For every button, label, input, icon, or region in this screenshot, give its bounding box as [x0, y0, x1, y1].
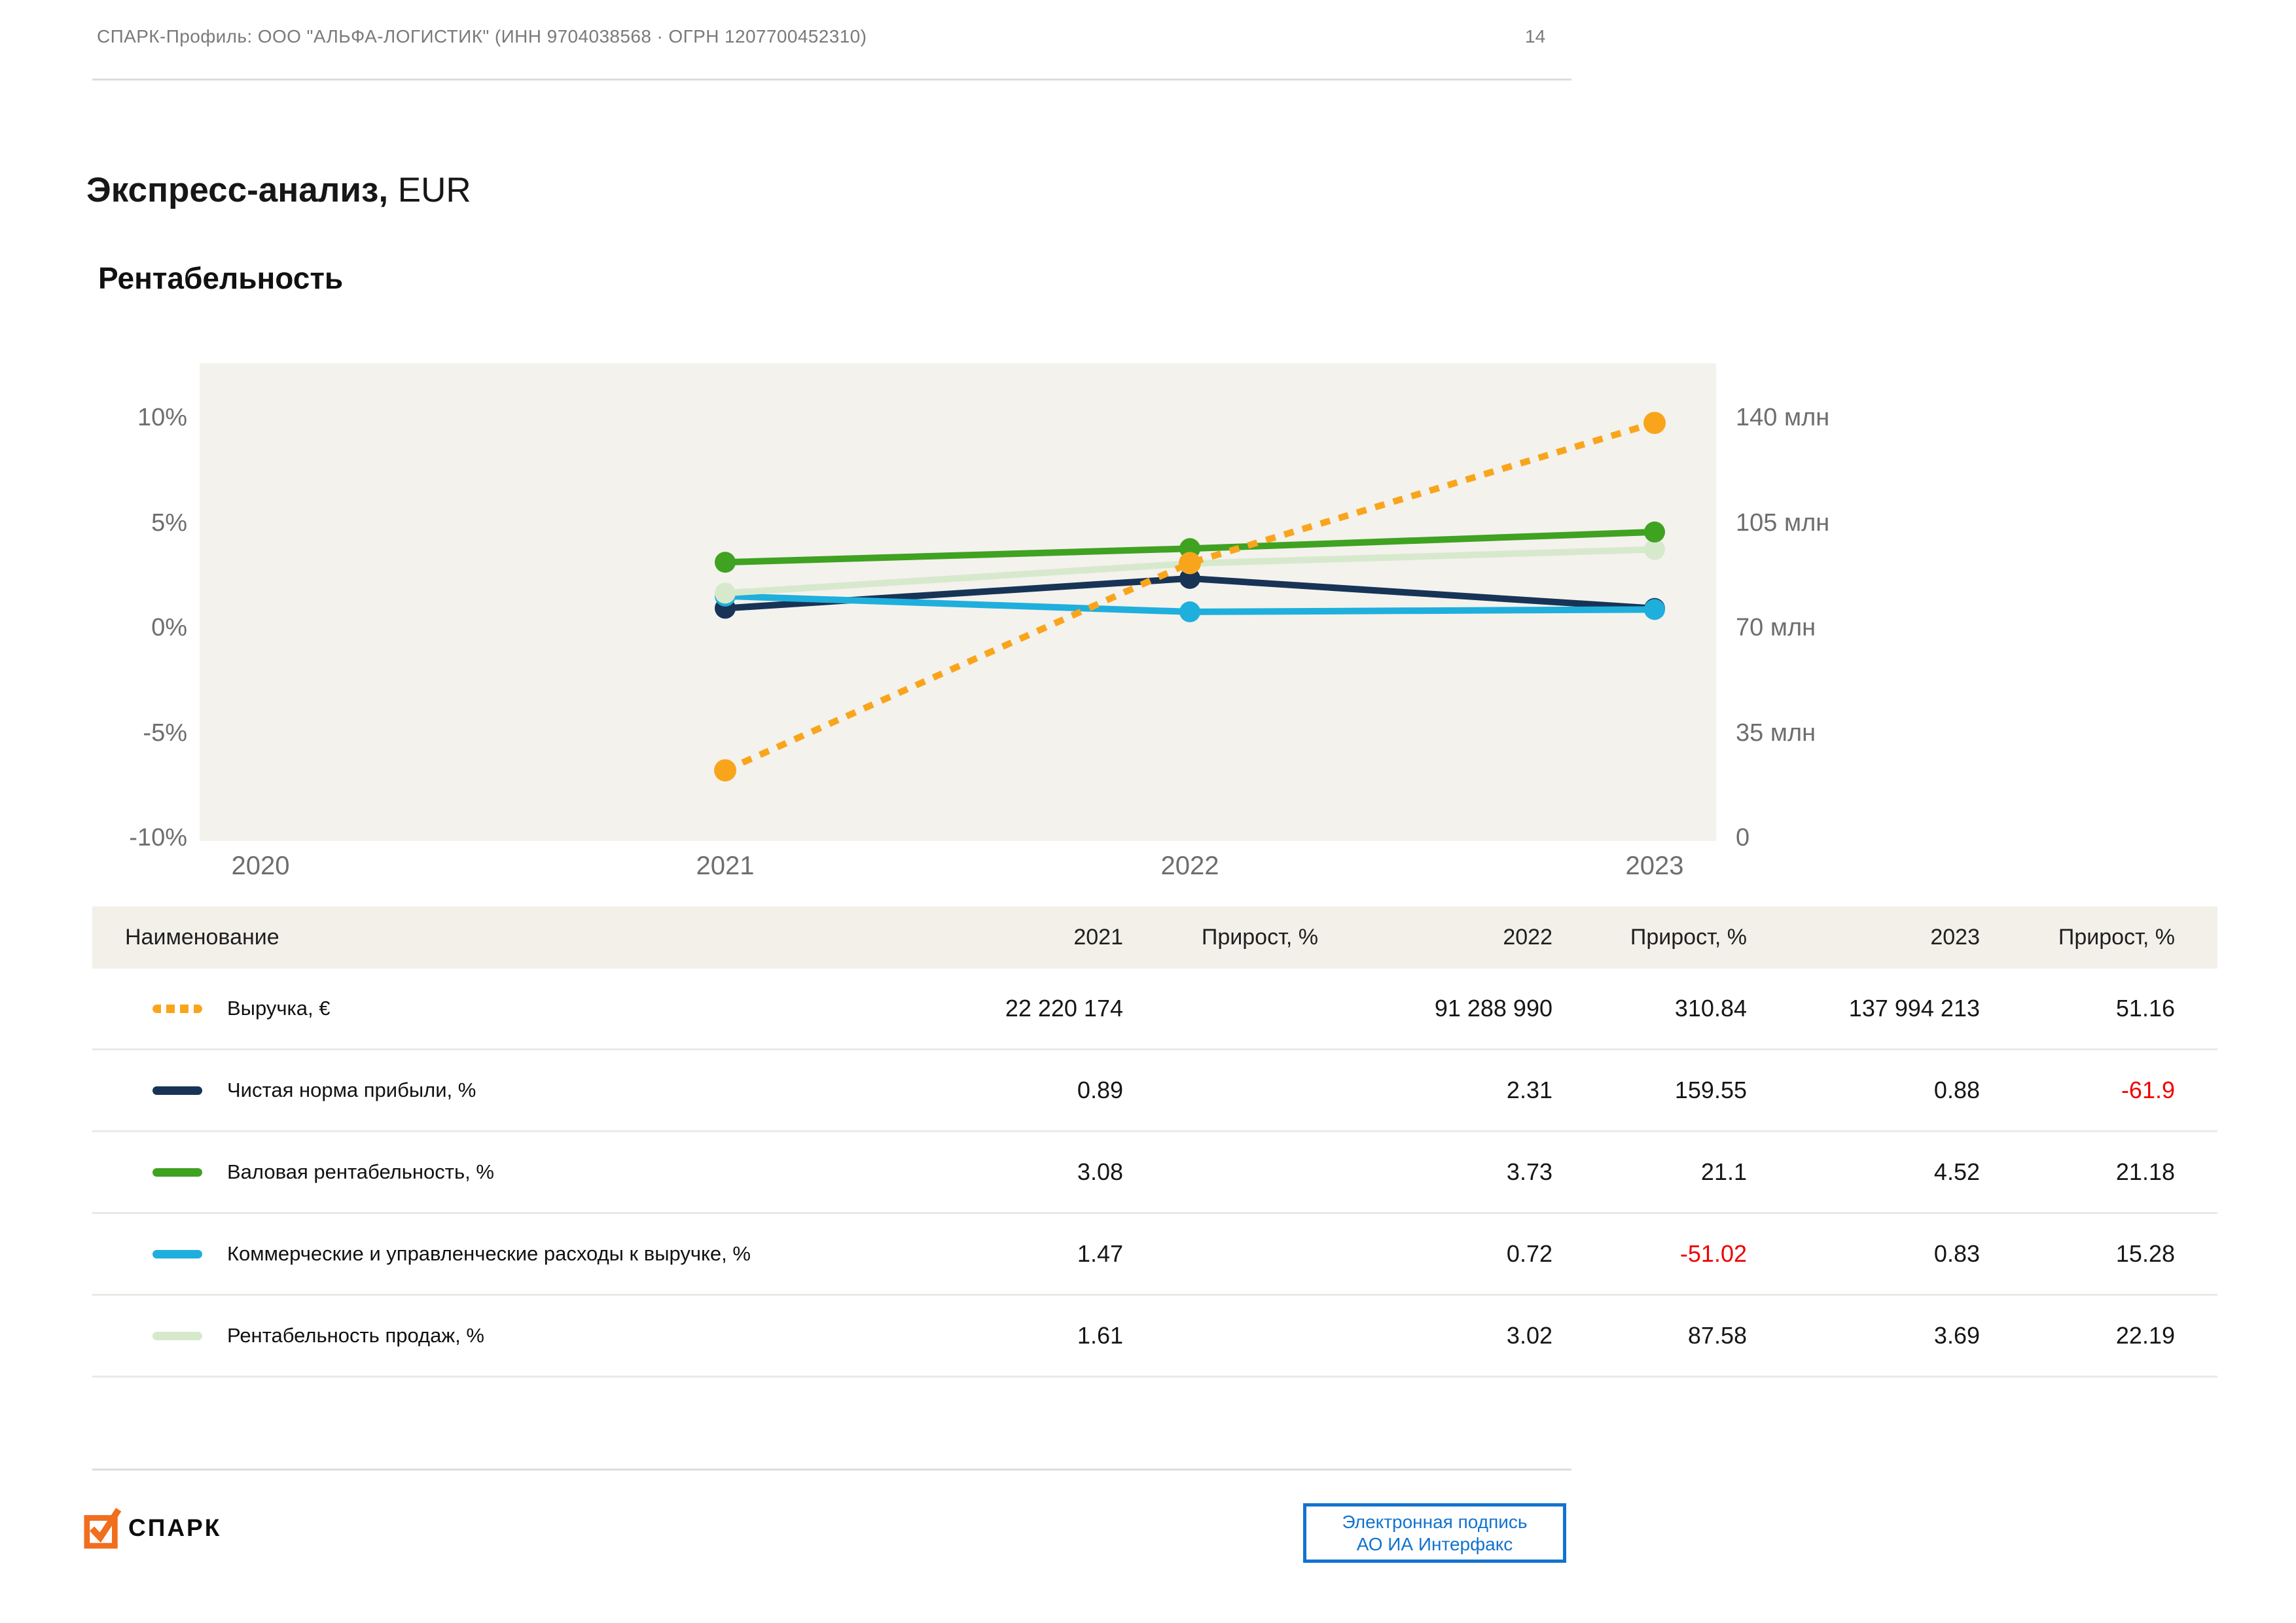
series-legend-swatch	[152, 1249, 202, 1258]
value-cell: 1.61	[1077, 1322, 1123, 1349]
value-cell: 0.83	[1933, 1240, 1980, 1267]
value-cell: 159.55	[1674, 1077, 1747, 1103]
header-divider	[92, 79, 1571, 80]
row-label: Рентабельность продаж, %	[227, 1324, 484, 1347]
right-axis-tick-label: 0	[1736, 824, 1749, 851]
table-row: Чистая норма прибыли, % 0.89 2.31 159.55 0.8…	[92, 1050, 2217, 1132]
x-axis-tick-label: 2022	[1161, 851, 1219, 880]
series-legend-swatch	[152, 1086, 202, 1095]
column-header: Прирост, %	[1201, 925, 1318, 950]
page-number: 14	[1525, 26, 1546, 46]
row-name-cell: Коммерческие и управленческие расходы к …	[92, 1242, 878, 1266]
value-cell: 4.52	[1933, 1158, 1980, 1185]
value-cell: 51.16	[2115, 995, 2175, 1022]
row-name-cell: Выручка, €	[92, 997, 878, 1020]
right-axis-tick-label: 35 млн	[1736, 719, 1816, 747]
column-header: Прирост, %	[2058, 925, 2175, 950]
row-name-cell: Валовая рентабельность, %	[92, 1160, 878, 1184]
row-label: Валовая рентабельность, %	[227, 1160, 494, 1183]
series-point	[1179, 601, 1200, 622]
spark-logo-text: СПАРК	[128, 1514, 222, 1541]
table-body: Выручка, € 22 220 174 91 288 990 310.84 137 …	[92, 969, 2217, 1378]
column-header: 2021	[1073, 925, 1123, 950]
spark-checkbox-icon	[84, 1505, 122, 1552]
value-cell: -61.9	[2121, 1077, 2175, 1103]
metrics-table: Наименование 2021 Прирост, % 2022 Прирост, %…	[92, 906, 2217, 1378]
table-row: Валовая рентабельность, % 3.08 3.73 21.1 4.5…	[92, 1132, 2217, 1214]
left-axis-tick-label: 10%	[137, 404, 187, 431]
value-cell: 3.69	[1933, 1322, 1980, 1349]
value-cell: 0.72	[1506, 1240, 1552, 1267]
value-cell: 22.19	[2115, 1322, 2175, 1349]
value-cell: 137 994 213	[1848, 995, 1980, 1022]
value-cell: 3.08	[1077, 1158, 1123, 1185]
series-point	[714, 759, 736, 782]
value-cell: 2.31	[1506, 1077, 1552, 1103]
series-legend-swatch	[152, 1331, 202, 1340]
row-name-cell: Рентабельность продаж, %	[92, 1324, 878, 1347]
value-cell: 91 288 990	[1434, 995, 1552, 1022]
value-cell: 87.58	[1687, 1322, 1747, 1349]
column-header: Прирост, %	[1630, 925, 1747, 950]
page-title-main: Экспресс-анализ,	[86, 171, 389, 209]
page-title: Экспресс-анализ, EUR	[86, 170, 471, 210]
series-point	[1643, 412, 1666, 435]
column-header: 2022	[1503, 925, 1552, 950]
right-axis-tick-label: 105 млн	[1736, 509, 1829, 537]
series-point	[1644, 521, 1665, 543]
table-row: Коммерческие и управленческие расходы к …	[92, 1214, 2217, 1296]
series-legend-swatch	[152, 1168, 202, 1177]
table-row: Выручка, € 22 220 174 91 288 990 310.84 137 …	[92, 969, 2217, 1050]
signature-line2: АО ИА Интерфакс	[1356, 1533, 1513, 1554]
left-axis-tick-label: -5%	[143, 719, 187, 747]
table-row: Рентабельность продаж, % 1.61 3.02 87.58 3.6…	[92, 1296, 2217, 1378]
right-axis-tick-label: 70 млн	[1736, 614, 1816, 641]
page-title-currency: EUR	[388, 171, 471, 209]
value-cell: 3.73	[1506, 1158, 1552, 1185]
value-cell: 0.88	[1933, 1077, 1980, 1103]
left-axis-tick-label: 0%	[151, 614, 187, 641]
table-header-row: Наименование 2021 Прирост, % 2022 Прирост, %…	[92, 906, 2217, 969]
value-cell: 1.47	[1077, 1240, 1123, 1267]
footer-divider	[92, 1469, 1571, 1471]
value-cell: -51.02	[1679, 1240, 1747, 1267]
series-legend-swatch	[152, 1004, 202, 1013]
x-axis-tick-label: 2023	[1626, 851, 1684, 880]
row-label: Коммерческие и управленческие расходы к …	[227, 1242, 751, 1265]
value-cell: 21.1	[1700, 1158, 1747, 1185]
row-label: Чистая норма прибыли, %	[227, 1079, 476, 1101]
x-axis-tick-label: 2020	[232, 851, 290, 880]
value-cell: 22 220 174	[1005, 995, 1123, 1022]
x-axis-tick-label: 2021	[696, 851, 755, 880]
left-axis-tick-label: 5%	[151, 509, 187, 537]
value-cell: 3.02	[1506, 1322, 1552, 1349]
row-name-cell: Чистая норма прибыли, %	[92, 1079, 878, 1102]
row-label: Выручка, €	[227, 997, 331, 1020]
value-cell: 310.84	[1674, 995, 1747, 1022]
right-axis-tick-label: 140 млн	[1736, 404, 1829, 431]
value-cell: 21.18	[2115, 1158, 2175, 1185]
left-axis-tick-label: -10%	[129, 824, 187, 851]
section-title: Рентабельность	[98, 261, 344, 295]
profitability-chart: 10% 5% 0% -5% -10% 140 млн 105 млн 70 млн 35 млн…	[129, 363, 1829, 880]
series-point	[1644, 599, 1665, 620]
spark-logo: СПАРК	[84, 1505, 221, 1551]
series-point	[715, 582, 736, 604]
report-page: { "header": { "profile": "СПАРК-Профиль:…	[0, 0, 2296, 1623]
series-point	[715, 552, 736, 573]
value-cell: 15.28	[2115, 1240, 2175, 1267]
value-cell: 0.89	[1077, 1077, 1123, 1103]
column-header: Наименование	[125, 925, 279, 950]
column-header: 2023	[1930, 925, 1980, 950]
series-point	[1179, 552, 1201, 575]
document-header-title: СПАРК-Профиль: ООО "АЛЬФА-ЛОГИСТИК" (ИНН…	[97, 26, 867, 46]
electronic-signature-button[interactable]: Электронная подпись АО ИА Интерфакс	[1303, 1503, 1566, 1563]
signature-line1: Электронная подпись	[1342, 1511, 1528, 1532]
